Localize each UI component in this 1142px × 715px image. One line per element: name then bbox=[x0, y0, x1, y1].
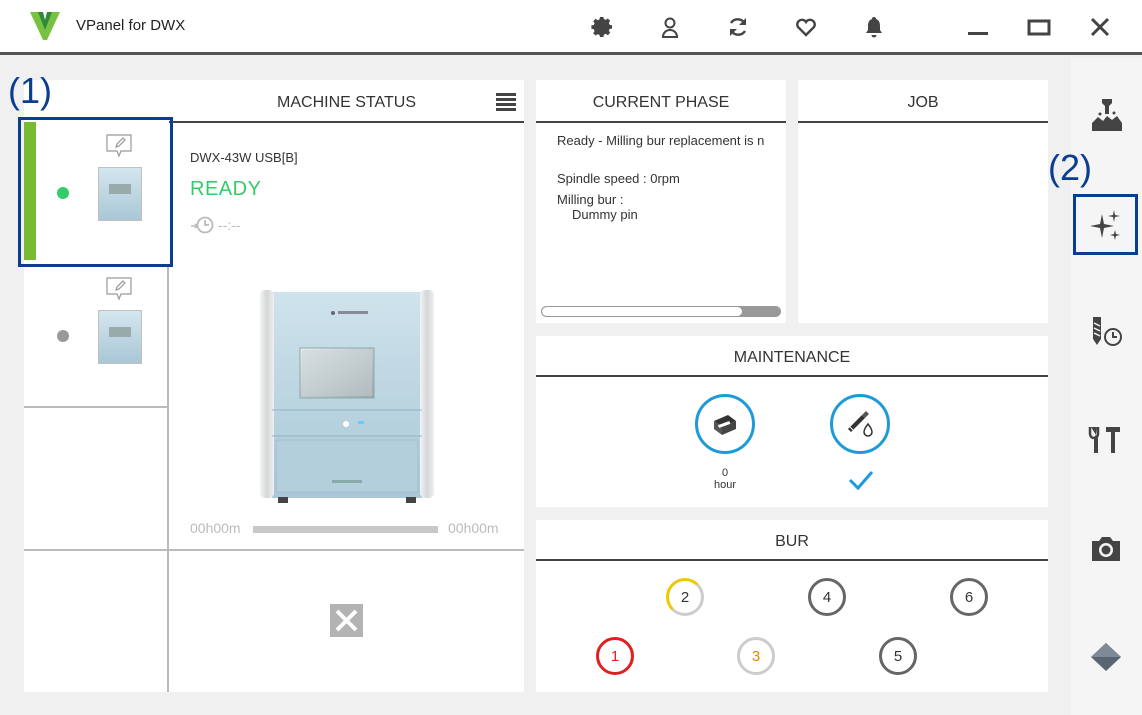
job-panel: JOB bbox=[798, 80, 1048, 323]
bur-title: BUR bbox=[536, 520, 1048, 561]
milling-icon[interactable] bbox=[1090, 97, 1124, 131]
checkmark-icon bbox=[848, 471, 874, 491]
camera-icon[interactable] bbox=[1089, 532, 1123, 566]
list-menu-icon[interactable] bbox=[496, 92, 516, 112]
bur-slot-1[interactable]: 1 bbox=[596, 637, 634, 675]
close-icon bbox=[335, 609, 358, 632]
phase-message: Ready - Milling bur replacement is n bbox=[557, 133, 765, 148]
refresh-icon[interactable] bbox=[725, 14, 751, 40]
spindle-speed: Spindle speed : 0rpm bbox=[557, 171, 680, 186]
eta-time: --:-- bbox=[218, 217, 241, 233]
bur-slot-4[interactable]: 4 bbox=[808, 578, 846, 616]
maintenance-hours-unit: hour bbox=[713, 479, 737, 491]
maintenance-clean-button[interactable] bbox=[695, 394, 755, 454]
bur-slot-5[interactable]: 5 bbox=[879, 637, 917, 675]
machine-model: DWX-43W USB[B] bbox=[190, 150, 298, 165]
cancel-job-button[interactable] bbox=[330, 604, 363, 637]
diamond-icon[interactable] bbox=[1089, 640, 1123, 674]
maintenance-panel: MAINTENANCE bbox=[536, 336, 1048, 507]
job-title: JOB bbox=[798, 80, 1048, 123]
callout-2: (2) bbox=[1048, 147, 1092, 188]
notification-icon[interactable] bbox=[861, 14, 887, 40]
bur-slot-2[interactable]: 2 bbox=[666, 578, 704, 616]
machine-status-title: MACHINE STATUS bbox=[169, 80, 524, 123]
machine-state: READY bbox=[190, 178, 262, 200]
tools-icon[interactable] bbox=[1088, 423, 1122, 457]
maintenance-lubricate-button[interactable] bbox=[830, 394, 890, 454]
machine-thumbnail bbox=[98, 310, 142, 364]
divider bbox=[167, 264, 169, 692]
machine-card-2[interactable] bbox=[24, 266, 167, 406]
callout-1: (1) bbox=[8, 70, 52, 111]
maximize-icon[interactable] bbox=[1026, 14, 1052, 40]
maintenance-title: MAINTENANCE bbox=[536, 336, 1048, 377]
divider bbox=[24, 406, 167, 408]
machine-image bbox=[260, 290, 434, 503]
phase-content: Ready - Milling bur replacement is n Spi… bbox=[536, 125, 786, 295]
callout-2-highlight bbox=[1073, 194, 1138, 255]
current-phase-title: CURRENT PHASE bbox=[536, 80, 786, 123]
maintenance-hours: 0 bbox=[721, 467, 729, 479]
app-title: VPanel for DWX bbox=[76, 17, 186, 34]
time-progress-bar bbox=[253, 526, 438, 533]
divider bbox=[24, 549, 524, 551]
app-window: VPanel for DWX MACHINE STATUS (1) DWX-43… bbox=[0, 0, 1142, 715]
phase-progress-track-highlight bbox=[542, 307, 742, 316]
bur-slot-3[interactable]: 3 bbox=[737, 637, 775, 675]
bur-slot-6[interactable]: 6 bbox=[950, 578, 988, 616]
elapsed-time: 00h00m bbox=[190, 520, 241, 536]
close-icon[interactable] bbox=[1087, 14, 1113, 40]
vpanel-logo bbox=[30, 12, 60, 40]
remaining-time: 00h00m bbox=[448, 520, 499, 536]
machine-clean-icon bbox=[714, 415, 736, 435]
settings-icon[interactable] bbox=[589, 14, 615, 40]
callout-1-highlight bbox=[18, 117, 173, 267]
title-bar: VPanel for DWX bbox=[0, 0, 1142, 55]
milling-bur-label: Milling bur : bbox=[557, 192, 624, 207]
phase-progress-bar bbox=[541, 306, 781, 317]
clock-eta-icon bbox=[191, 216, 214, 234]
bur-schedule-icon[interactable] bbox=[1090, 315, 1124, 349]
favorite-icon[interactable] bbox=[793, 14, 819, 40]
minimize-icon[interactable] bbox=[965, 14, 991, 40]
milling-bur-value: Dummy pin bbox=[572, 207, 638, 222]
edit-note-icon[interactable] bbox=[106, 277, 132, 301]
user-icon[interactable] bbox=[657, 14, 683, 40]
status-dot-offline bbox=[57, 330, 69, 342]
bur-oil-icon bbox=[848, 411, 873, 437]
